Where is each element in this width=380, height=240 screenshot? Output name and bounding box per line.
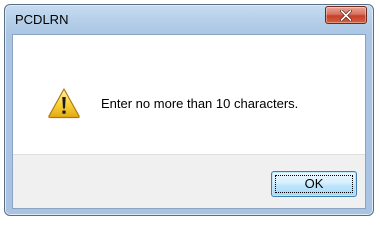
dialog-client-area: Enter no more than 10 characters. OK <box>12 34 366 209</box>
message-dialog: PCDLRN Enter no more than 10 characters.… <box>4 4 374 216</box>
title-bar[interactable]: PCDLRN <box>5 5 373 35</box>
ok-button[interactable]: OK <box>271 171 357 197</box>
ok-button-label: OK <box>304 176 324 191</box>
close-icon <box>340 9 352 21</box>
warning-icon <box>48 88 80 119</box>
close-button[interactable] <box>325 6 367 24</box>
window-title: PCDLRN <box>15 12 69 27</box>
message-area: Enter no more than 10 characters. <box>13 35 365 154</box>
button-bar: OK <box>13 154 365 208</box>
dialog-message: Enter no more than 10 characters. <box>101 96 299 111</box>
